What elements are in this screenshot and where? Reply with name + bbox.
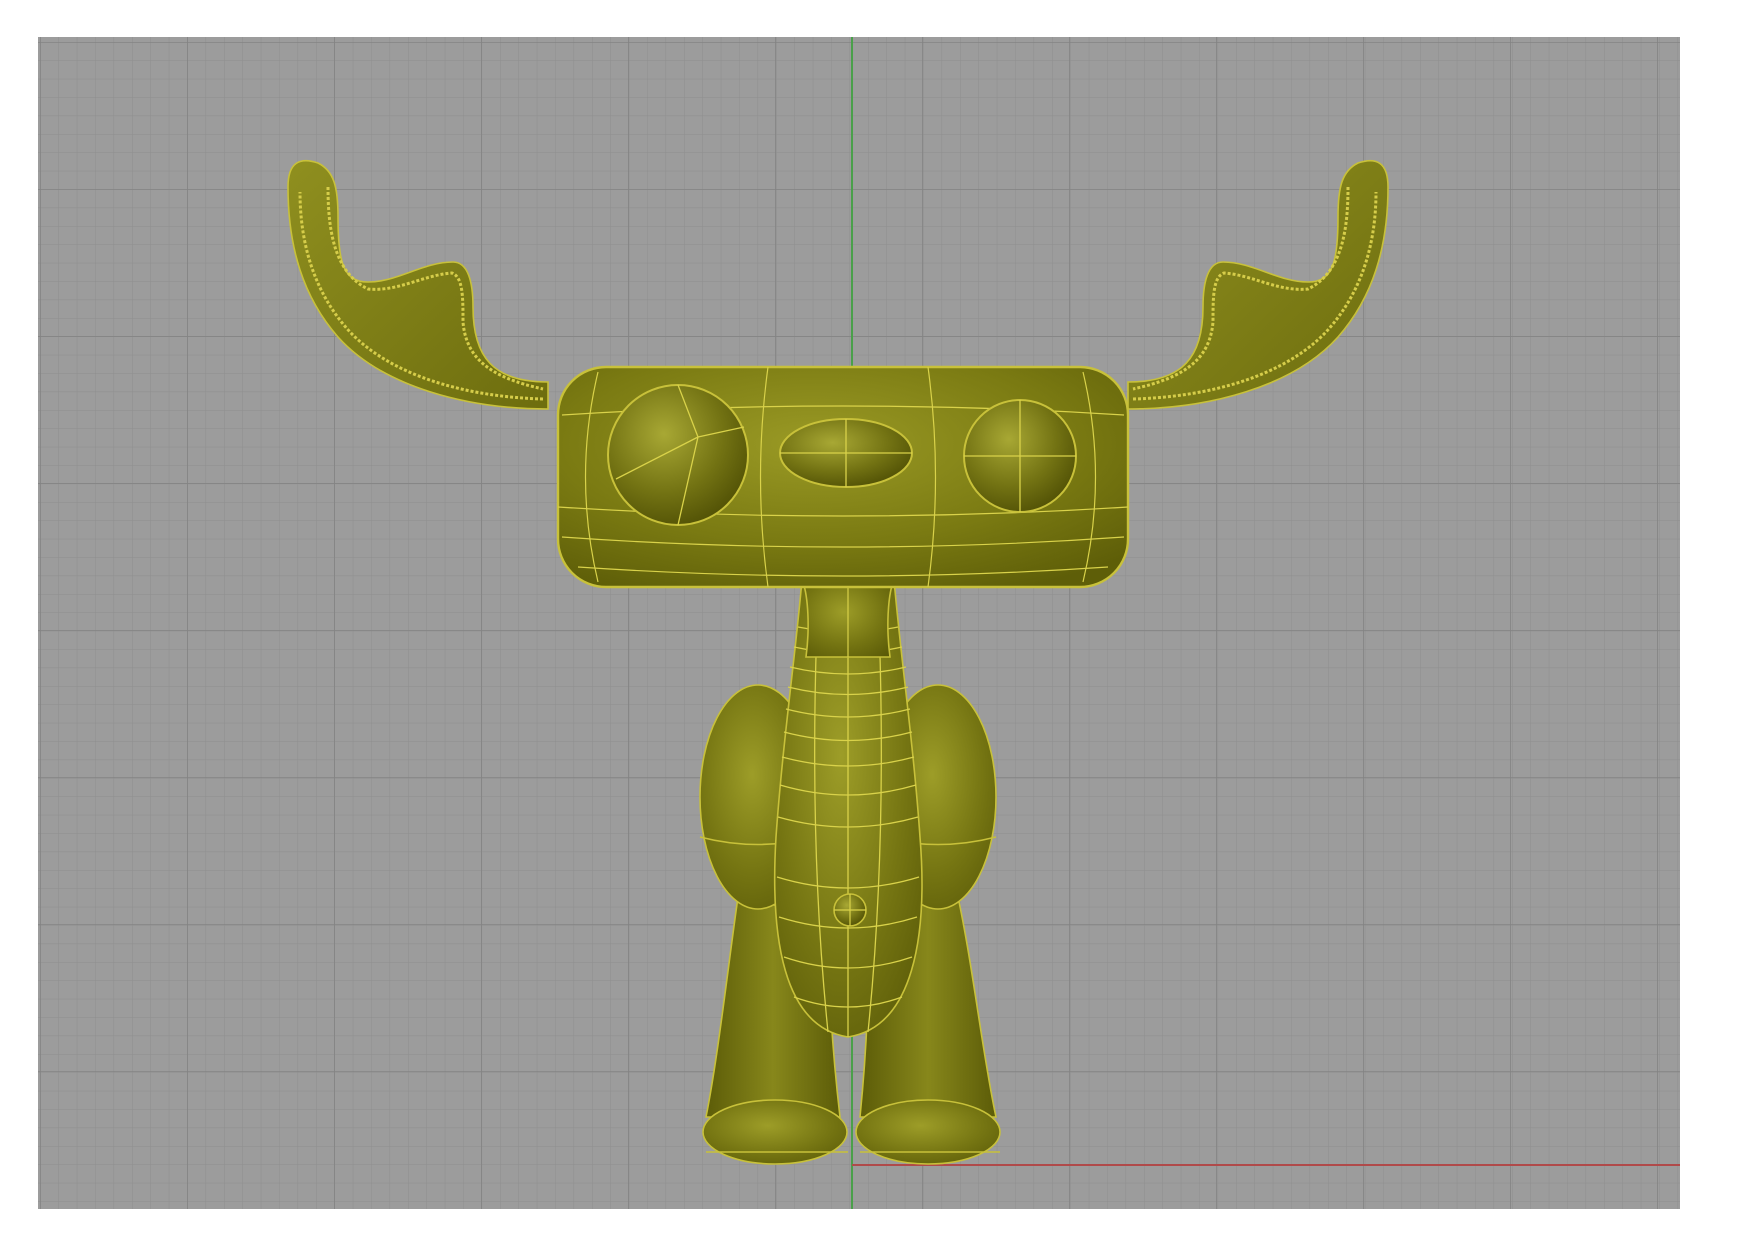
right-foot[interactable] [855, 1099, 1001, 1165]
left-foot[interactable] [702, 1099, 848, 1165]
3d-viewport[interactable] [38, 37, 1680, 1209]
viewport-canvas[interactable] [38, 37, 1680, 1209]
page [0, 0, 1754, 1239]
left-eye[interactable] [607, 384, 749, 526]
